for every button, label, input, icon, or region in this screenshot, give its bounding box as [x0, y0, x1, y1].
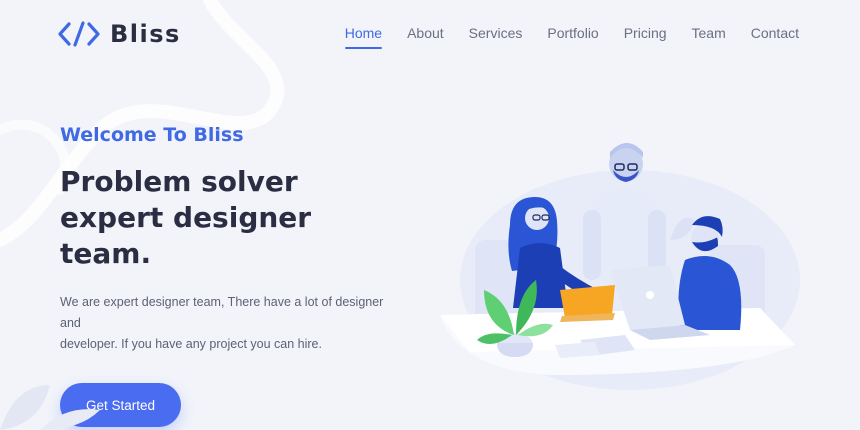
headline-line-1: Problem solver — [60, 165, 298, 198]
logo[interactable]: Bliss — [58, 18, 181, 50]
description-line-2: developer. If you have any project you c… — [60, 337, 322, 351]
nav-item-home[interactable]: Home — [344, 24, 383, 49]
nav-item-about[interactable]: About — [407, 24, 444, 42]
brand-name: Bliss — [110, 20, 181, 48]
description-line-1: We are expert designer team, There have … — [60, 295, 384, 330]
leaf-decoration — [0, 385, 100, 430]
nav-item-team[interactable]: Team — [692, 24, 726, 42]
site-header: Bliss Home About Services Portfolio Pric… — [0, 0, 860, 68]
nav-item-portfolio[interactable]: Portfolio — [547, 24, 598, 42]
main-nav: Home About Services Portfolio Pricing Te… — [344, 24, 799, 49]
hero-description: We are expert designer team, There have … — [60, 292, 405, 355]
headline-line-3: team. — [60, 237, 152, 270]
hero-section: Welcome To Bliss Problem solver expert d… — [60, 122, 440, 427]
headline-line-2: expert designer — [60, 201, 312, 234]
hero-headline: Problem solver expert designer team. — [60, 164, 360, 272]
nav-item-services[interactable]: Services — [469, 24, 523, 42]
nav-item-contact[interactable]: Contact — [751, 24, 799, 42]
code-brackets-icon — [58, 21, 100, 47]
nav-item-pricing[interactable]: Pricing — [624, 24, 667, 42]
hero-eyebrow: Welcome To Bliss — [60, 124, 244, 146]
team-meeting-illustration — [440, 143, 800, 390]
